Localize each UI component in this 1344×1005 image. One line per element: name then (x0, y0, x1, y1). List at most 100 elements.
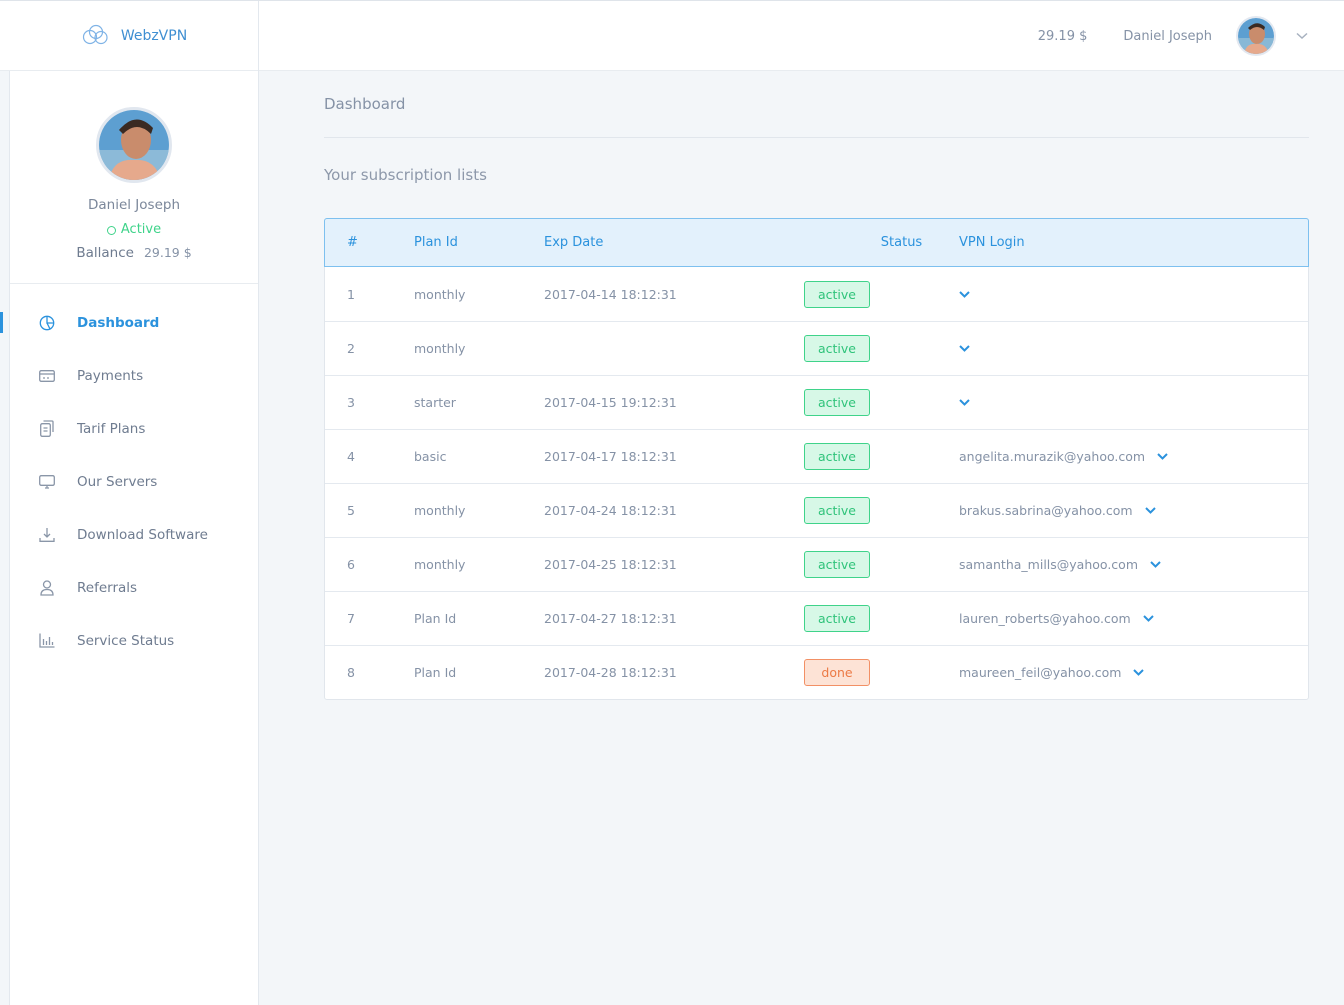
chevron-down-icon[interactable] (1133, 669, 1145, 676)
header-vpn-login[interactable]: VPN Login (959, 235, 1308, 250)
cell-exp-date: 2017-04-27 18:12:31 (544, 611, 677, 626)
page-title: Dashboard (324, 71, 1309, 138)
chevron-down-icon[interactable] (1157, 453, 1168, 460)
balance-label: Ballance (76, 245, 134, 261)
vpn-login-text: brakus.sabrina@yahoo.com (959, 503, 1133, 518)
sidebar-item-dashboard[interactable]: Dashboard (0, 296, 258, 349)
table-row: 4 basic 2017-04-17 18:12:31 active angelita.… (325, 429, 1308, 483)
table-row: 2 monthly active (325, 321, 1308, 375)
cell-exp-date: 2017-04-25 18:12:31 (544, 557, 677, 572)
cell-exp-date: 2017-04-15 19:12:31 (544, 395, 677, 410)
cell-status: active (804, 443, 959, 470)
cell-num: 4 (347, 449, 355, 464)
sidebar-item-tarif-plans[interactable]: Tarif Plans (10, 402, 258, 455)
cell-num: 8 (347, 665, 355, 680)
brand-name: WebzVPN (120, 28, 188, 44)
cell-num: 2 (347, 341, 355, 356)
chevron-down-icon[interactable] (1144, 507, 1156, 514)
bar-chart-icon (38, 632, 56, 650)
cell-plan-id: monthly (414, 341, 466, 356)
monitor-icon (38, 473, 56, 491)
cell-vpn-login: maureen_feil@yahoo.com (959, 665, 1308, 680)
sidebar-item-label: Dashboard (77, 314, 160, 331)
cell-status: active (804, 335, 959, 362)
cell-exp-date: 2017-04-24 18:12:31 (544, 503, 677, 518)
status-badge: done (804, 659, 870, 686)
header-exp-date[interactable]: Exp Date (544, 235, 804, 250)
sidebar-item-service-status[interactable]: Service Status (10, 614, 258, 667)
header-status[interactable]: Status (804, 235, 959, 250)
sidebar-item-label: Referrals (77, 579, 138, 596)
vpn-login-text: samantha_mills@yahoo.com (959, 557, 1138, 572)
sidebar-item-payments[interactable]: Payments (10, 349, 258, 402)
table-row: 8 Plan Id 2017-04-28 18:12:31 done maureen_f… (325, 645, 1308, 699)
cell-plan-id: monthly (414, 503, 466, 518)
vpn-login-text: lauren_roberts@yahoo.com (959, 611, 1131, 626)
vpn-login-text: angelita.murazik@yahoo.com (959, 449, 1146, 464)
cell-exp-date: 2017-04-14 18:12:31 (544, 286, 677, 302)
header-plan-id[interactable]: Plan Id (414, 235, 544, 250)
status-badge: active (804, 280, 870, 308)
header-num[interactable]: # (325, 235, 414, 250)
cell-num: 7 (347, 611, 355, 626)
cell-num: 6 (347, 557, 355, 572)
status-badge: active (804, 497, 870, 524)
table-row: 1 monthly 2017-04-14 18:12:31 active (325, 267, 1308, 321)
cell-plan-id: Plan Id (414, 611, 457, 626)
balance-value: 29.19 $ (143, 245, 192, 260)
chevron-down-icon[interactable] (1142, 615, 1154, 622)
cell-status: active (804, 280, 959, 308)
user-icon (38, 579, 56, 597)
cell-num: 3 (347, 395, 355, 410)
sidebar: Daniel Joseph Active Ballance 29.19 $ Das… (0, 71, 259, 1005)
sidebar-item-label: Service Status (77, 632, 175, 649)
profile-name: Daniel Joseph (87, 197, 181, 213)
main-content: Dashboard Your subscription lists # Plan… (259, 71, 1344, 700)
sidebar-item-label: Payments (77, 367, 144, 384)
cell-plan-id: starter (414, 395, 456, 410)
sidebar-item-download-software[interactable]: Download Software (10, 508, 258, 561)
credit-card-icon (38, 367, 56, 385)
cell-num: 5 (347, 503, 355, 518)
table-body: 1 monthly 2017-04-14 18:12:31 active 2 monthl… (325, 267, 1308, 699)
profile-avatar (96, 107, 172, 183)
profile-status: Active (106, 222, 162, 237)
profile-card: Daniel Joseph Active Ballance 29.19 $ (10, 71, 258, 284)
cell-plan-id: Plan Id (414, 665, 457, 680)
sidebar-item-label: Tarif Plans (77, 420, 146, 437)
status-badge: active (804, 443, 870, 470)
cell-vpn-login (959, 399, 1308, 406)
table-row: 7 Plan Id 2017-04-27 18:12:31 active lauren_… (325, 591, 1308, 645)
sidebar-item-our-servers[interactable]: Our Servers (10, 455, 258, 508)
chevron-down-icon[interactable] (959, 345, 970, 352)
table-header: # Plan Id Exp Date Status VPN Login (324, 218, 1309, 267)
cloud-icon (81, 23, 109, 49)
status-badge: active (804, 335, 870, 362)
sidebar-item-label: Download Software (77, 526, 208, 543)
sidebar-item-referrals[interactable]: Referrals (10, 561, 258, 614)
sidebar-nav: Dashboard Payments Tarif Plans Our Serve… (0, 284, 258, 667)
chevron-down-icon[interactable] (959, 399, 970, 406)
status-dot-icon (106, 226, 116, 235)
cell-status: active (804, 497, 959, 524)
documents-icon (38, 420, 56, 438)
status-badge: active (804, 551, 870, 578)
vpn-login-text: maureen_feil@yahoo.com (959, 665, 1122, 680)
top-user-name[interactable]: Daniel Joseph (1123, 29, 1212, 44)
table-row: 3 starter 2017-04-15 19:12:31 active (325, 375, 1308, 429)
status-badge: active (804, 605, 870, 632)
profile-status-text: Active (120, 222, 162, 237)
status-badge: active (804, 389, 870, 416)
cell-vpn-login (959, 345, 1308, 352)
chevron-down-icon[interactable] (1296, 32, 1308, 40)
chevron-down-icon[interactable] (1150, 561, 1161, 568)
chevron-down-icon[interactable] (959, 290, 970, 298)
cell-vpn-login: lauren_roberts@yahoo.com (959, 611, 1308, 626)
cell-status: active (804, 605, 959, 632)
avatar[interactable] (1236, 16, 1276, 56)
cell-plan-id: monthly (414, 286, 466, 302)
cell-exp-date: 2017-04-28 18:12:31 (544, 665, 677, 680)
brand-logo[interactable]: WebzVPN (10, 1, 259, 71)
left-edge-strip (0, 0, 10, 1005)
cell-vpn-login: samantha_mills@yahoo.com (959, 557, 1308, 572)
